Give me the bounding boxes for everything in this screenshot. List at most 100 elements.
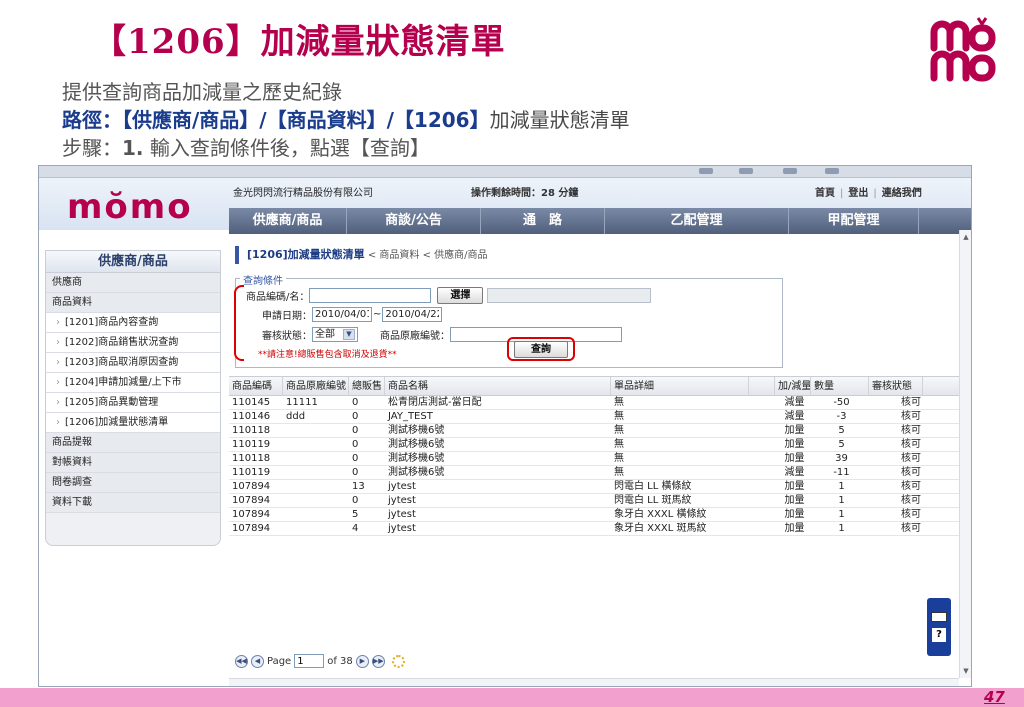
table-cell: 13: [352, 481, 365, 492]
table-cell-spacer: [749, 396, 775, 409]
table-row[interactable]: 110119 0 測試移機6號 無 減量 -11 核可: [229, 466, 959, 480]
sidebar-item-1204[interactable]: [1204]申請加減量/上下市: [46, 373, 220, 393]
sidebar-item-1202[interactable]: [1202]商品銷售狀況查詢: [46, 333, 220, 353]
table-cell: 測試移機6號: [388, 467, 445, 478]
table-cell: [283, 480, 349, 493]
sidebar-item-product-report[interactable]: 商品提報: [46, 433, 220, 453]
page-input[interactable]: [294, 654, 325, 668]
nav-channel[interactable]: 通 路: [481, 208, 605, 234]
table-row[interactable]: 110119 0 測試移機6號 無 加量 5 核可: [229, 438, 959, 452]
sidebar-item-1201[interactable]: [1201]商品內容查詢: [46, 313, 220, 333]
path-part-b: 【商品資料】/: [266, 108, 394, 132]
table-row[interactable]: 110145 11111 0 松青閉店測試-當日配 無 減量 -50 核可: [229, 396, 959, 410]
table-cell: 110119: [232, 467, 271, 478]
col-product-code[interactable]: 商品編碼: [229, 377, 283, 395]
nav-negotiation[interactable]: 商談/公告: [347, 208, 481, 234]
nav-a-delivery[interactable]: 甲配管理: [789, 208, 919, 234]
first-page-icon[interactable]: ◀◀: [235, 654, 248, 668]
date-to-input[interactable]: [382, 307, 443, 322]
table-cell: 核可: [901, 481, 921, 492]
table-row[interactable]: 107894 4 jytest 象牙白 XXXL 斑馬紋 加量 1 核可: [229, 522, 959, 536]
next-page-icon[interactable]: ▶: [355, 654, 369, 668]
sidebar-item-product-data[interactable]: 商品資料: [46, 293, 220, 313]
col-product-name[interactable]: 商品名稱: [385, 377, 611, 395]
col-total-sales[interactable]: 總販售: [349, 377, 385, 395]
page-number: 47: [984, 688, 1005, 706]
table-cell: [283, 494, 349, 507]
tab-grip-icon: [739, 168, 753, 174]
col-add-reduce[interactable]: 加/減量: [775, 377, 811, 395]
steps-number: 1.: [122, 136, 144, 160]
table-cell: 107894: [232, 481, 271, 492]
sidebar-item-survey[interactable]: 問卷調查: [46, 473, 220, 493]
sidebar-item-1205[interactable]: [1205]商品異動管理: [46, 393, 220, 413]
table-cell: 4: [352, 523, 359, 534]
status-select[interactable]: 全部 ▼: [312, 327, 358, 342]
date-from-input[interactable]: [312, 307, 372, 322]
col-vendor-code[interactable]: 商品原廠編號: [283, 377, 349, 395]
table-row[interactable]: 110118 0 測試移機6號 無 加量 5 核可: [229, 424, 959, 438]
table-cell: 加量: [784, 523, 805, 534]
nav-supplier-product[interactable]: 供應商/商品: [229, 208, 347, 234]
contact-link[interactable]: 連絡我們: [882, 188, 922, 199]
helper-widget[interactable]: ?: [927, 598, 951, 656]
slide-path: 路徑：【供應商/商品】/【商品資料】/【1206】加減量狀態清單: [62, 104, 630, 133]
prev-page-icon[interactable]: ◀: [251, 654, 264, 668]
path-part-a: 【供應商/商品】/: [122, 108, 267, 132]
last-page-icon[interactable]: ▶▶: [371, 654, 385, 668]
scroll-down-icon[interactable]: ▼: [961, 666, 971, 676]
table-row[interactable]: 110118 0 測試移機6號 無 加量 39 核可: [229, 452, 959, 466]
nav-b-delivery[interactable]: 乙配管理: [605, 208, 789, 234]
table-cell: 5: [838, 425, 845, 436]
sidebar-item-supplier[interactable]: 供應商: [46, 273, 220, 293]
query-row-product: 商品編碼/名： 選擇: [246, 287, 652, 304]
col-item-detail[interactable]: 單品詳細: [611, 377, 749, 395]
table-cell: 1: [838, 495, 845, 506]
table-cell: jytest: [388, 523, 416, 534]
sidebar-item-reconciliation[interactable]: 對帳資料: [46, 453, 220, 473]
sidebar-item-1206[interactable]: [1206]加減量狀態清單: [46, 413, 220, 433]
table-cell: 0: [352, 439, 359, 450]
sidebar-item-download[interactable]: 資料下載: [46, 493, 220, 513]
table-cell: 測試移機6號: [388, 453, 445, 464]
table-cell: [283, 508, 349, 521]
refresh-icon[interactable]: [391, 654, 405, 668]
table-cell-spacer: [749, 466, 775, 479]
table-cell: 閃電白 LL 橫條紋: [614, 481, 692, 492]
tab-grip-icon: [783, 168, 797, 174]
table-cell: jytest: [388, 509, 416, 520]
table-cell: 減量: [784, 397, 805, 408]
sidebar-title: 供應商/商品: [46, 251, 220, 273]
table-cell-spacer: [749, 438, 775, 451]
logout-link[interactable]: 登出: [848, 188, 868, 199]
col-quantity[interactable]: 數量: [811, 377, 869, 395]
table-cell: [283, 438, 349, 451]
page-label: Page: [267, 655, 292, 667]
home-link[interactable]: 首頁: [815, 188, 835, 199]
date-separator: ~: [373, 309, 382, 320]
main-panel: [1206]加減量狀態清單 < 商品資料 < 供應商/商品 查詢條件 商品編碼/…: [229, 236, 959, 678]
vertical-scrollbar[interactable]: ▲ ▼: [959, 230, 971, 678]
table-cell: 0: [352, 397, 359, 408]
horizontal-scrollbar[interactable]: [229, 678, 959, 686]
table-row[interactable]: 107894 0 jytest 閃電白 LL 斑馬紋 加量 1 核可: [229, 494, 959, 508]
table-cell: 核可: [901, 467, 921, 478]
table-row[interactable]: 107894 13 jytest 閃電白 LL 橫條紋 加量 1 核可: [229, 480, 959, 494]
breadcrumb-path[interactable]: < 商品資料 < 供應商/商品: [365, 250, 488, 261]
slide-subtitle: 提供查詢商品加減量之歷史紀錄: [62, 80, 342, 104]
select-button[interactable]: 選擇: [437, 287, 484, 304]
sidebar-item-1203[interactable]: [1203]商品取消原因查詢: [46, 353, 220, 373]
scroll-up-icon[interactable]: ▲: [961, 232, 971, 242]
product-input[interactable]: [309, 288, 432, 303]
col-review-status[interactable]: 審核狀態: [869, 377, 923, 395]
table-cell-spacer: [749, 508, 775, 521]
app-logo[interactable]: mŏmo: [67, 190, 193, 224]
table-row[interactable]: 107894 5 jytest 象牙白 XXXL 橫條紋 加量 1 核可: [229, 508, 959, 522]
results-table: 商品編碼 商品原廠編號 總販售 商品名稱 單品詳細 加/減量 數量 審核狀態 1…: [229, 376, 959, 536]
table-cell: 無: [614, 411, 624, 422]
table-cell: 5: [838, 439, 845, 450]
table-cell: 象牙白 XXXL 橫條紋: [614, 509, 707, 520]
table-cell: 5: [352, 509, 359, 520]
table-cell: -3: [836, 411, 847, 422]
table-row[interactable]: 110146 ddd 0 JAY_TEST 無 減量 -3 核可: [229, 410, 959, 424]
